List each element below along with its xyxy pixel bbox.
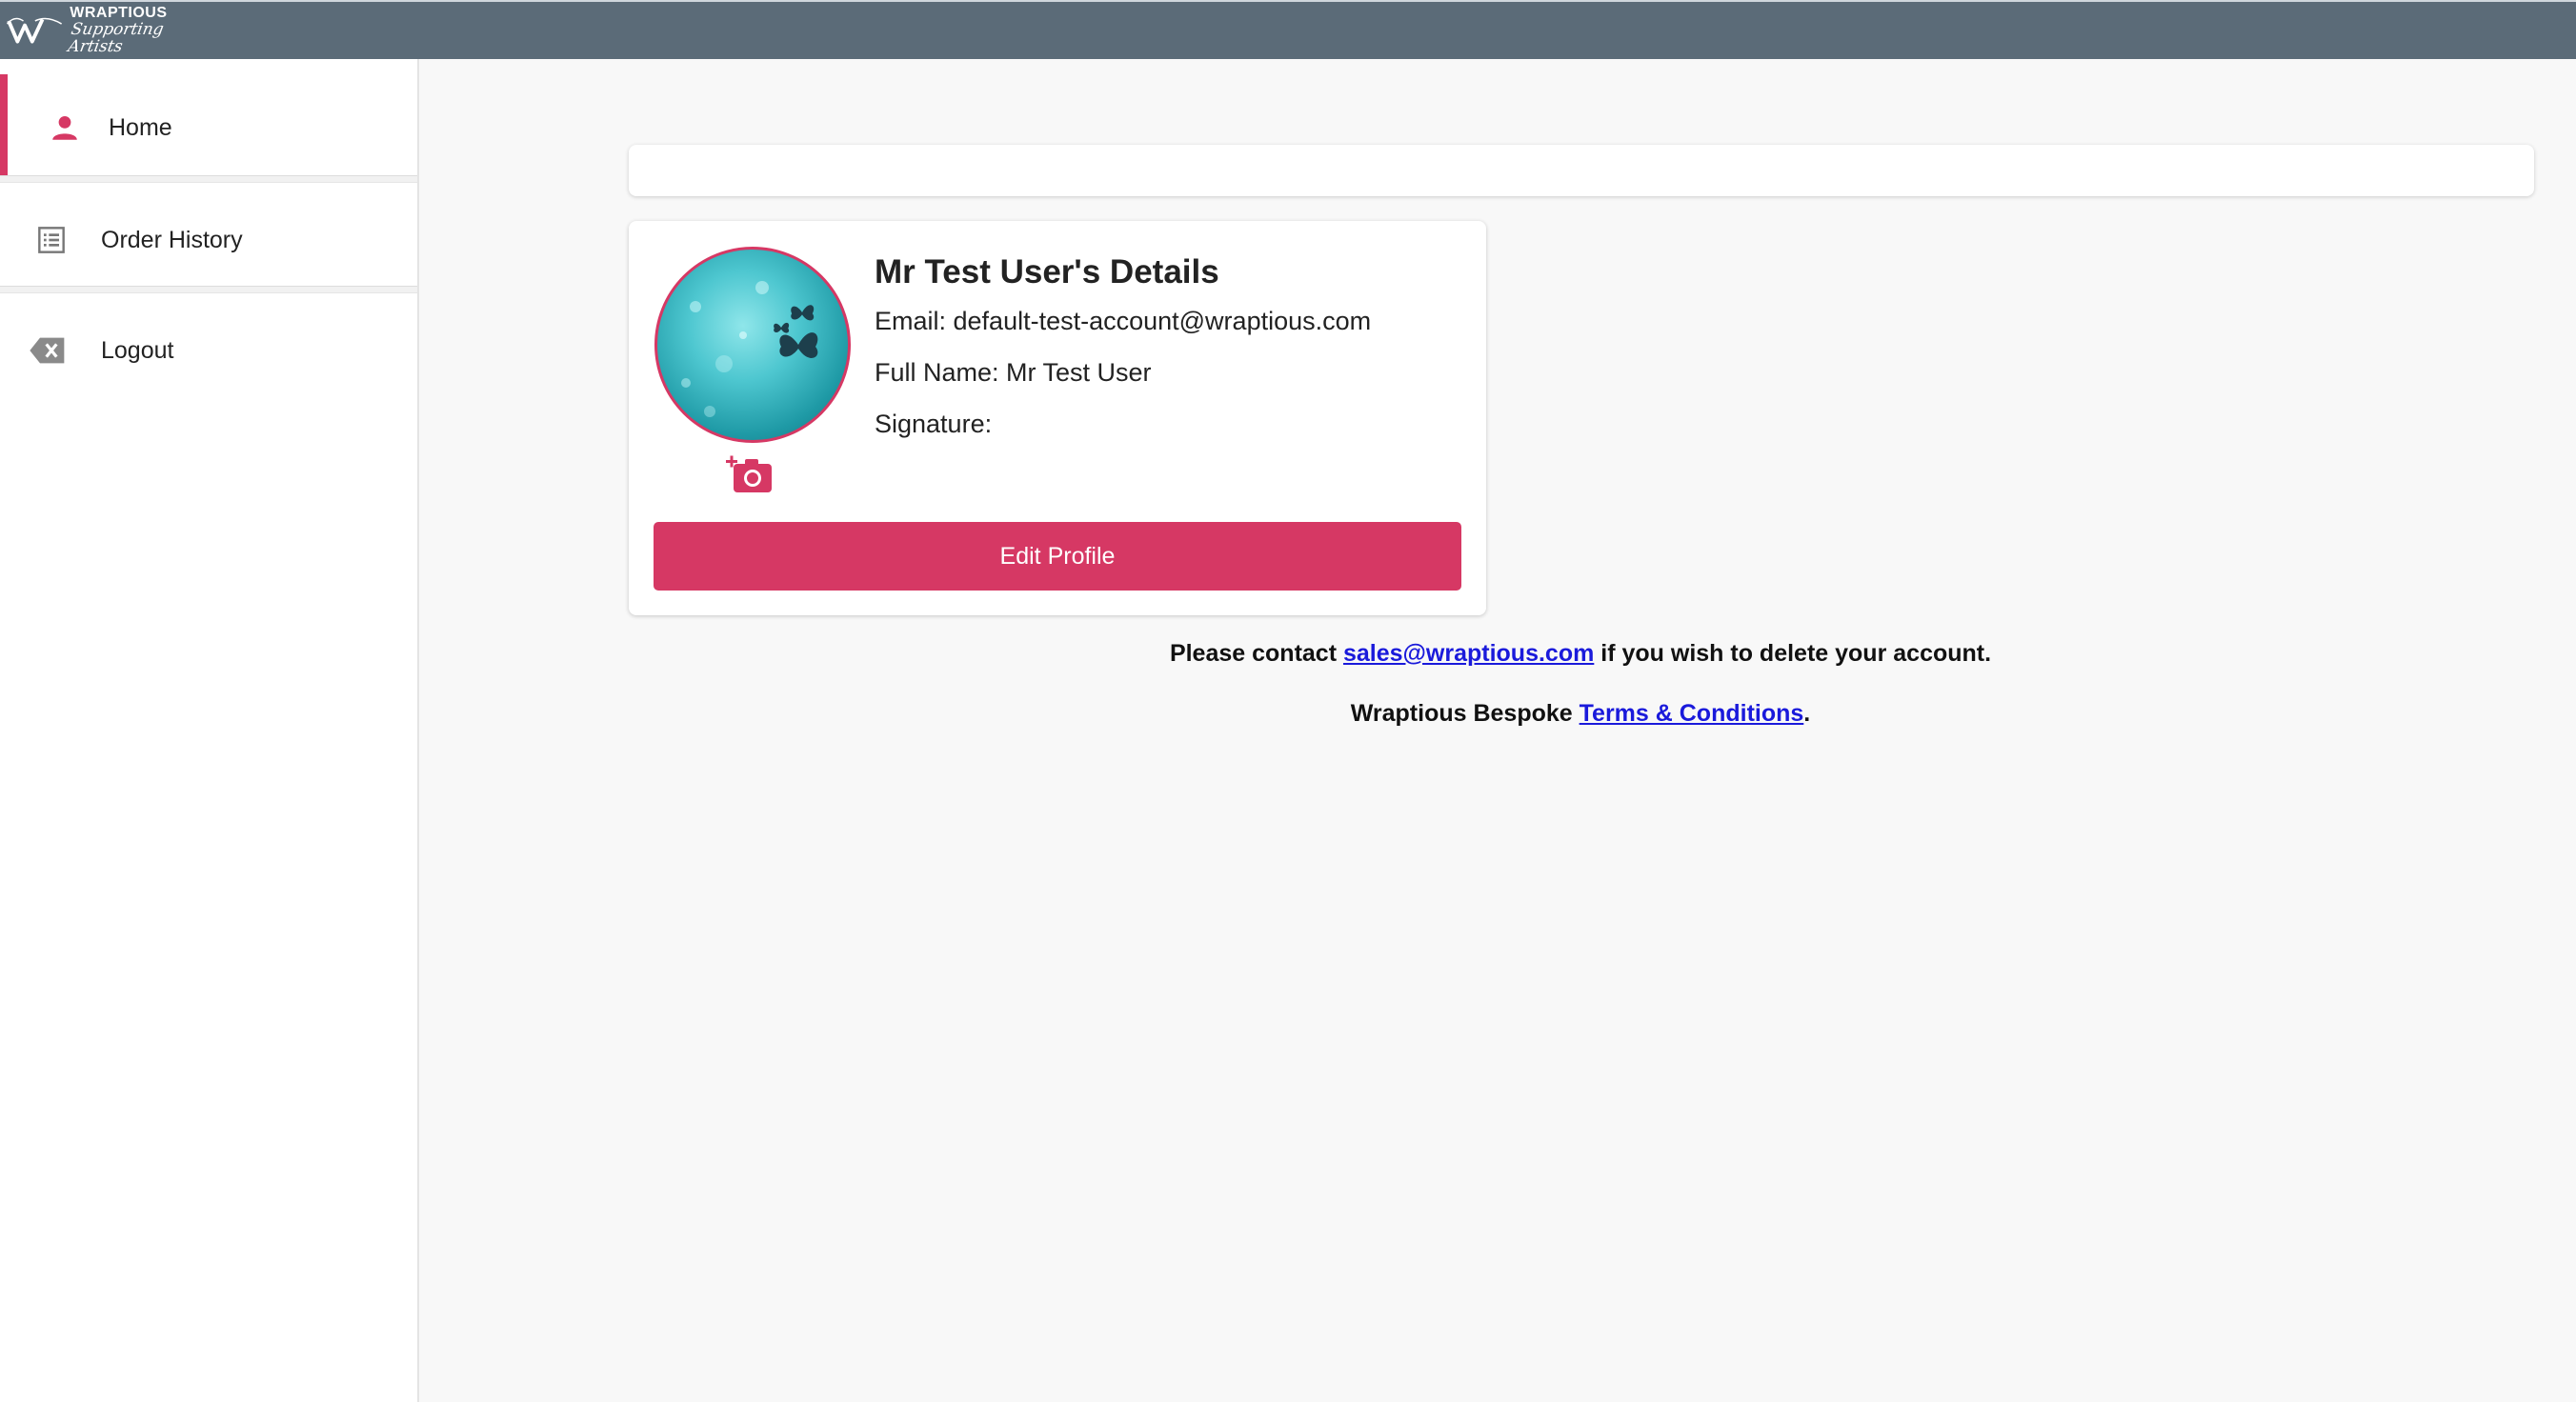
signature-value: Signature: [875,410,993,438]
terms-prefix: Wraptious Bespoke [1350,700,1580,727]
sales-email-link[interactable]: sales@wraptious.com [1343,640,1594,667]
logo-tagline: Supporting Artists [67,19,166,56]
terms-notice: Wraptious Bespoke Terms & Conditions. [629,700,2532,728]
profile-details: Mr Test User's Details Email: default-te… [875,253,1465,461]
sidebar-item-label: Order History [101,226,243,253]
wraptious-logo[interactable]: WRAPTIOUS Supporting Artists [6,5,187,56]
sidebar: Home Order History Logout [0,59,419,1402]
sidebar-item-label: Home [109,113,172,141]
email-value: Email: default-test-account@wraptious.co… [875,307,1372,335]
contact-suffix: if you wish to delete your account. [1594,640,1992,667]
edit-profile-button[interactable]: Edit Profile [654,522,1461,591]
backspace-icon [29,331,67,370]
sidebar-divider [0,286,417,293]
top-bar: WRAPTIOUS Supporting Artists [0,0,2576,59]
delete-account-notice: Please contact sales@wraptious.com if yo… [629,640,2532,668]
logo-mark-icon [6,17,63,44]
add-photo-camera-icon[interactable] [726,452,775,496]
terms-suffix: . [1803,700,1811,727]
butterfly-icon [681,281,818,417]
sidebar-item-logout[interactable]: Logout [0,297,417,404]
contact-prefix: Please contact [1169,640,1343,667]
sidebar-item-label: Logout [101,336,174,364]
sidebar-item-home[interactable]: Home [0,74,417,181]
person-icon [46,109,84,147]
profile-card: Mr Test User's Details Email: default-te… [629,221,1486,615]
sidebar-divider [0,175,417,183]
terms-conditions-link[interactable]: Terms & Conditions [1580,700,1804,727]
profile-title: Mr Test User's Details [875,253,1219,290]
sidebar-item-order-history[interactable]: Order History [0,187,417,293]
avatar [654,247,851,443]
fullname-value: Full Name: Mr Test User [875,358,1152,387]
search-bar[interactable] [629,145,2534,196]
list-icon [32,221,70,259]
